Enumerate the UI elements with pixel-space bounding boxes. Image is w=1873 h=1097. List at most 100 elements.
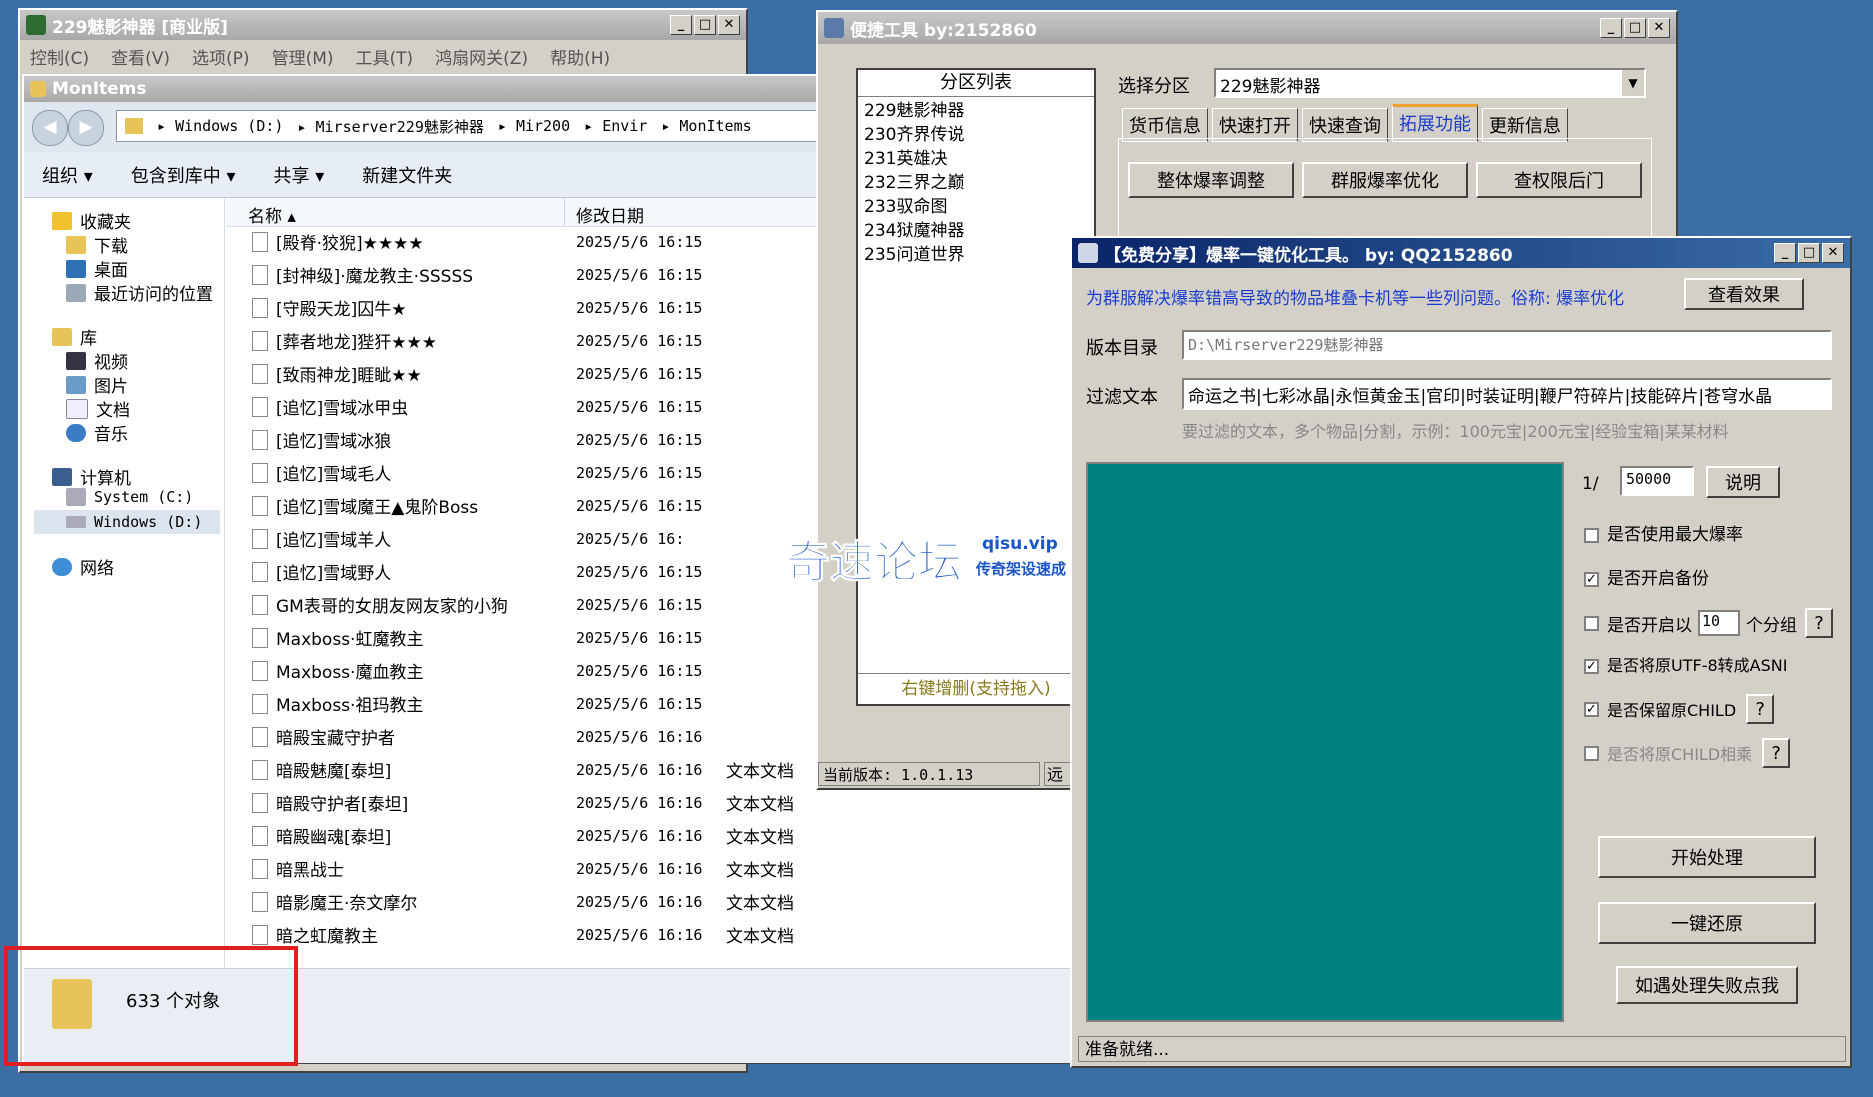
partition-item[interactable]: 233驭命图 <box>864 195 1088 219</box>
chevron-down-icon[interactable]: ▼ <box>1622 70 1644 96</box>
close-button[interactable]: ✕ <box>1648 18 1670 38</box>
close-button[interactable]: ✕ <box>1822 243 1844 263</box>
ratio-field[interactable]: 50000 <box>1620 466 1694 496</box>
tab-currency[interactable]: 货币信息 <box>1122 108 1208 142</box>
nav-music[interactable]: 音乐 <box>66 420 128 445</box>
partition-footer[interactable]: 右键增删(支持拖入) <box>858 673 1094 704</box>
group-rate-optimize-button[interactable]: 群服爆率优化 <box>1302 162 1468 198</box>
nav-videos[interactable]: 视频 <box>66 348 128 373</box>
checkbox-checked[interactable]: ✓ <box>1584 659 1599 674</box>
maximize-button[interactable]: □ <box>1624 18 1646 38</box>
table-row[interactable]: 暗殿守护者[泰坦] 2025/5/6 16:16 文本文档 <box>226 789 1092 816</box>
partition-item[interactable]: 234狱魔神器 <box>864 219 1088 243</box>
file-name: [追忆]雪域冰狼 <box>276 432 392 452</box>
opt-max-rate[interactable]: 是否使用最大爆率 <box>1584 520 1743 545</box>
menu-tools[interactable]: 工具(T) <box>356 44 414 69</box>
table-row[interactable]: 暗之虹魔教主 2025/5/6 16:16 文本文档 <box>226 921 1092 948</box>
nav-documents[interactable]: 文档 <box>66 396 130 421</box>
checkbox-checked[interactable]: ✓ <box>1584 571 1599 587</box>
nav-windows-drive[interactable]: Windows (D:) <box>34 510 220 534</box>
breadcrumb-item[interactable]: ▸ Windows (D:) <box>157 117 283 135</box>
menu-gateway[interactable]: 鸿扇网关(Z) <box>435 44 528 69</box>
checkbox[interactable] <box>1584 615 1599 631</box>
opt-backup[interactable]: ✓ 是否开启备份 <box>1584 564 1709 589</box>
column-divider[interactable] <box>564 198 565 226</box>
watermark-sub: 传奇架设速成 <box>976 560 1067 578</box>
opt-keep-child[interactable]: ✓ 是否保留原CHILD? <box>1584 694 1775 724</box>
opt-grouping[interactable]: 是否开启以 10 个分组 ? <box>1584 608 1833 638</box>
log-output-area[interactable] <box>1086 462 1564 1022</box>
file-date: 2025/5/6 16:16 <box>576 859 703 878</box>
recent-icon <box>66 283 86 302</box>
organize-button[interactable]: 组织 ▾ <box>42 162 93 188</box>
overall-rate-button[interactable]: 整体爆率调整 <box>1128 162 1294 198</box>
table-row[interactable]: 暗影魔王·奈文摩尔 2025/5/6 16:16 文本文档 <box>226 888 1092 915</box>
nav-system-drive[interactable]: System (C:) <box>66 488 193 506</box>
column-name[interactable]: 名称 ▴ <box>248 202 296 227</box>
checkbox[interactable] <box>1584 527 1599 543</box>
file-date: 2025/5/6 16:16 <box>576 760 703 779</box>
include-library-button[interactable]: 包含到库中 ▾ <box>131 162 236 188</box>
maximize-button[interactable]: □ <box>1798 243 1820 263</box>
back-button[interactable]: ◀ <box>32 110 68 146</box>
document-icon <box>66 398 88 419</box>
new-folder-button[interactable]: 新建文件夹 <box>362 162 452 188</box>
opt-utf8[interactable]: ✓ 是否将原UTF-8转成ASNI <box>1584 652 1787 676</box>
group-size-field[interactable]: 10 <box>1698 610 1740 636</box>
failure-help-button[interactable]: 如遇处理失败点我 <box>1616 966 1798 1004</box>
partition-select[interactable]: 229魅影神器 ▼ <box>1214 68 1646 98</box>
nav-network[interactable]: 网络 <box>52 554 114 579</box>
nav-pictures[interactable]: 图片 <box>66 372 128 397</box>
file-date: 2025/5/6 16:16 <box>576 892 703 911</box>
close-button[interactable]: ✕ <box>718 15 740 35</box>
version-dir-field[interactable]: D:\Mirserver229魅影神器 <box>1182 330 1832 360</box>
partition-item[interactable]: 230齐界传说 <box>864 123 1088 147</box>
group-help-button[interactable]: ? <box>1805 608 1833 638</box>
nav-libraries[interactable]: 库 <box>52 324 97 349</box>
column-date[interactable]: 修改日期 <box>576 202 644 227</box>
filter-text-field[interactable]: 命运之书|七彩冰晶|永恒黄金玉|官印|时装证明|鞭尸符碎片|技能碎片|苍穹水晶 <box>1182 378 1832 410</box>
restore-button[interactable]: 一键还原 <box>1598 902 1816 944</box>
menu-control[interactable]: 控制(C) <box>30 44 89 69</box>
nav-recent[interactable]: 最近访问的位置 <box>66 280 213 305</box>
tab-extensions[interactable]: 拓展功能 <box>1392 104 1478 142</box>
view-effect-button[interactable]: 查看效果 <box>1684 278 1804 310</box>
nav-favorites[interactable]: 收藏夹 <box>52 208 131 233</box>
breadcrumb-item[interactable]: ▸ Mirserver229魅影神器 <box>297 116 483 137</box>
menu-options[interactable]: 选项(P) <box>192 44 250 69</box>
keep-child-help-button[interactable]: ? <box>1746 694 1775 724</box>
partition-item[interactable]: 232三界之巅 <box>864 171 1088 195</box>
multiply-child-help-button[interactable]: ? <box>1762 738 1791 768</box>
tab-quick-query[interactable]: 快速查询 <box>1302 108 1388 142</box>
breadcrumb-item[interactable]: ▸ Envir <box>584 117 647 135</box>
music-icon <box>66 423 86 442</box>
partition-item[interactable]: 229魅影神器 <box>864 99 1088 123</box>
checkbox[interactable] <box>1584 745 1599 761</box>
nav-computer[interactable]: 计算机 <box>52 464 131 489</box>
minimize-button[interactable]: _ <box>1774 243 1796 263</box>
menu-manage[interactable]: 管理(M) <box>272 44 334 69</box>
share-button[interactable]: 共享 ▾ <box>274 162 325 188</box>
tab-updates[interactable]: 更新信息 <box>1482 108 1568 142</box>
opt-multiply-child[interactable]: 是否将原CHILD相乘? <box>1584 738 1791 768</box>
maximize-button[interactable]: □ <box>694 15 716 35</box>
partition-item[interactable]: 231英雄决 <box>864 147 1088 171</box>
nav-desktop[interactable]: 桌面 <box>66 256 128 281</box>
check-backdoor-button[interactable]: 查权限后门 <box>1476 162 1642 198</box>
tab-quick-open[interactable]: 快速打开 <box>1212 108 1298 142</box>
breadcrumb-item[interactable]: ▸ Mir200 <box>498 117 570 135</box>
partition-item[interactable]: 235问道世界 <box>864 243 1088 267</box>
table-row[interactable]: 暗殿幽魂[泰坦] 2025/5/6 16:16 文本文档 <box>226 822 1092 849</box>
file-name: [殿脊·狡猊]★★★★ <box>276 234 424 254</box>
explain-button[interactable]: 说明 <box>1706 466 1780 498</box>
checkbox-checked[interactable]: ✓ <box>1584 701 1599 717</box>
menu-help[interactable]: 帮助(H) <box>550 44 610 69</box>
breadcrumb-item[interactable]: ▸ MonItems <box>661 117 751 135</box>
forward-button[interactable]: ▶ <box>68 110 104 146</box>
nav-downloads[interactable]: 下载 <box>66 232 128 257</box>
menu-view[interactable]: 查看(V) <box>111 44 170 69</box>
minimize-button[interactable]: _ <box>1600 18 1622 38</box>
start-process-button[interactable]: 开始处理 <box>1598 836 1816 878</box>
minimize-button[interactable]: _ <box>670 15 692 35</box>
table-row[interactable]: 暗黑战士 2025/5/6 16:16 文本文档 <box>226 855 1092 882</box>
